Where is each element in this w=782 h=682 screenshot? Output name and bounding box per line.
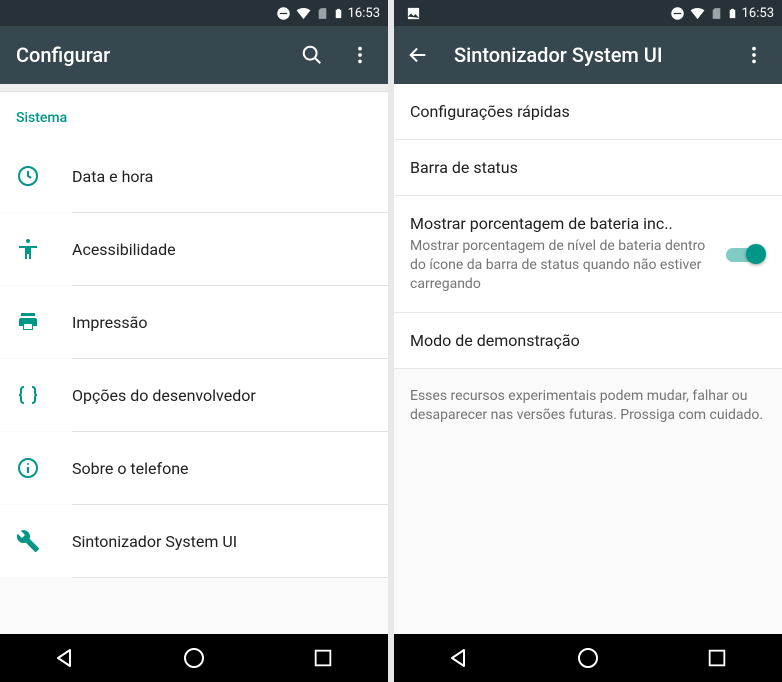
recents-button[interactable] (309, 644, 337, 672)
search-icon[interactable] (300, 43, 324, 67)
item-label: Impressão (72, 313, 147, 332)
item-label: Sobre o telefone (72, 459, 189, 478)
pref-quick-settings[interactable]: Configurações rápidas (394, 84, 782, 140)
item-label: Opções do desenvolvedor (72, 386, 256, 405)
battery-percent-switch[interactable] (726, 242, 766, 266)
recents-button[interactable] (703, 644, 731, 672)
sim-icon (710, 6, 723, 21)
pref-description: Mostrar porcentagem de nível de bateria … (410, 237, 714, 294)
tuner-list: Configurações rápidas Barra de status Mo… (394, 84, 782, 634)
pref-title: Mostrar porcentagem de bateria inc.. (410, 214, 714, 233)
clock: 16:53 (742, 6, 774, 21)
clock: 16:53 (348, 6, 380, 21)
tuner-screen: 16:53 Sintonizador System UI Configuraçõ… (394, 0, 782, 682)
overflow-menu-icon[interactable] (348, 43, 372, 67)
status-bar: 16:53 (0, 0, 388, 26)
content-fill (394, 444, 782, 634)
pref-title: Modo de demonstração (410, 331, 766, 350)
wifi-icon (689, 6, 706, 21)
back-arrow-icon[interactable] (406, 43, 430, 67)
back-button[interactable] (51, 644, 79, 672)
item-accessibility[interactable]: Acessibilidade (0, 213, 388, 285)
experimental-footnote: Esses recursos experimentais podem mudar… (394, 369, 782, 444)
sim-icon (316, 6, 329, 21)
app-bar: Sintonizador System UI (394, 26, 782, 84)
app-bar-title: Sintonizador System UI (454, 43, 718, 67)
settings-screen: 16:53 Configurar Sistema Data e hora Ace… (0, 0, 388, 682)
info-icon (16, 456, 72, 480)
navigation-bar (394, 634, 782, 682)
item-system-ui-tuner[interactable]: Sintonizador System UI (0, 505, 388, 577)
pref-title: Barra de status (410, 158, 766, 177)
pref-battery-percent[interactable]: Mostrar porcentagem de bateria inc.. Mos… (394, 196, 782, 313)
spacer (0, 84, 388, 92)
wrench-icon (16, 529, 72, 553)
wifi-icon (295, 6, 312, 21)
item-label: Acessibilidade (72, 240, 176, 259)
status-bar: 16:53 (394, 0, 782, 26)
home-button[interactable] (574, 644, 602, 672)
back-button[interactable] (445, 644, 473, 672)
item-label: Sintonizador System UI (72, 532, 237, 551)
overflow-menu-icon[interactable] (742, 43, 766, 67)
pref-title: Configurações rápidas (410, 102, 766, 121)
settings-list: Sistema Data e hora Acessibilidade Impre… (0, 84, 388, 634)
home-button[interactable] (180, 644, 208, 672)
pref-demo-mode[interactable]: Modo de demonstração (394, 313, 782, 369)
app-bar-title: Configurar (16, 43, 276, 67)
pref-status-bar[interactable]: Barra de status (394, 140, 782, 196)
app-bar: Configurar (0, 26, 388, 84)
braces-icon (16, 383, 72, 407)
accessibility-icon (16, 237, 72, 261)
navigation-bar (0, 634, 388, 682)
item-about-phone[interactable]: Sobre o telefone (0, 432, 388, 504)
item-developer-options[interactable]: Opções do desenvolvedor (0, 359, 388, 431)
item-date-time[interactable]: Data e hora (0, 140, 388, 212)
item-label: Data e hora (72, 167, 153, 186)
section-header-system: Sistema (0, 92, 388, 140)
print-icon (16, 310, 72, 334)
content-fill (0, 578, 388, 634)
battery-icon (727, 6, 738, 21)
dnd-icon (276, 6, 291, 21)
battery-icon (333, 6, 344, 21)
image-icon (406, 6, 421, 21)
clock-icon (16, 164, 72, 188)
item-printing[interactable]: Impressão (0, 286, 388, 358)
dnd-icon (670, 6, 685, 21)
